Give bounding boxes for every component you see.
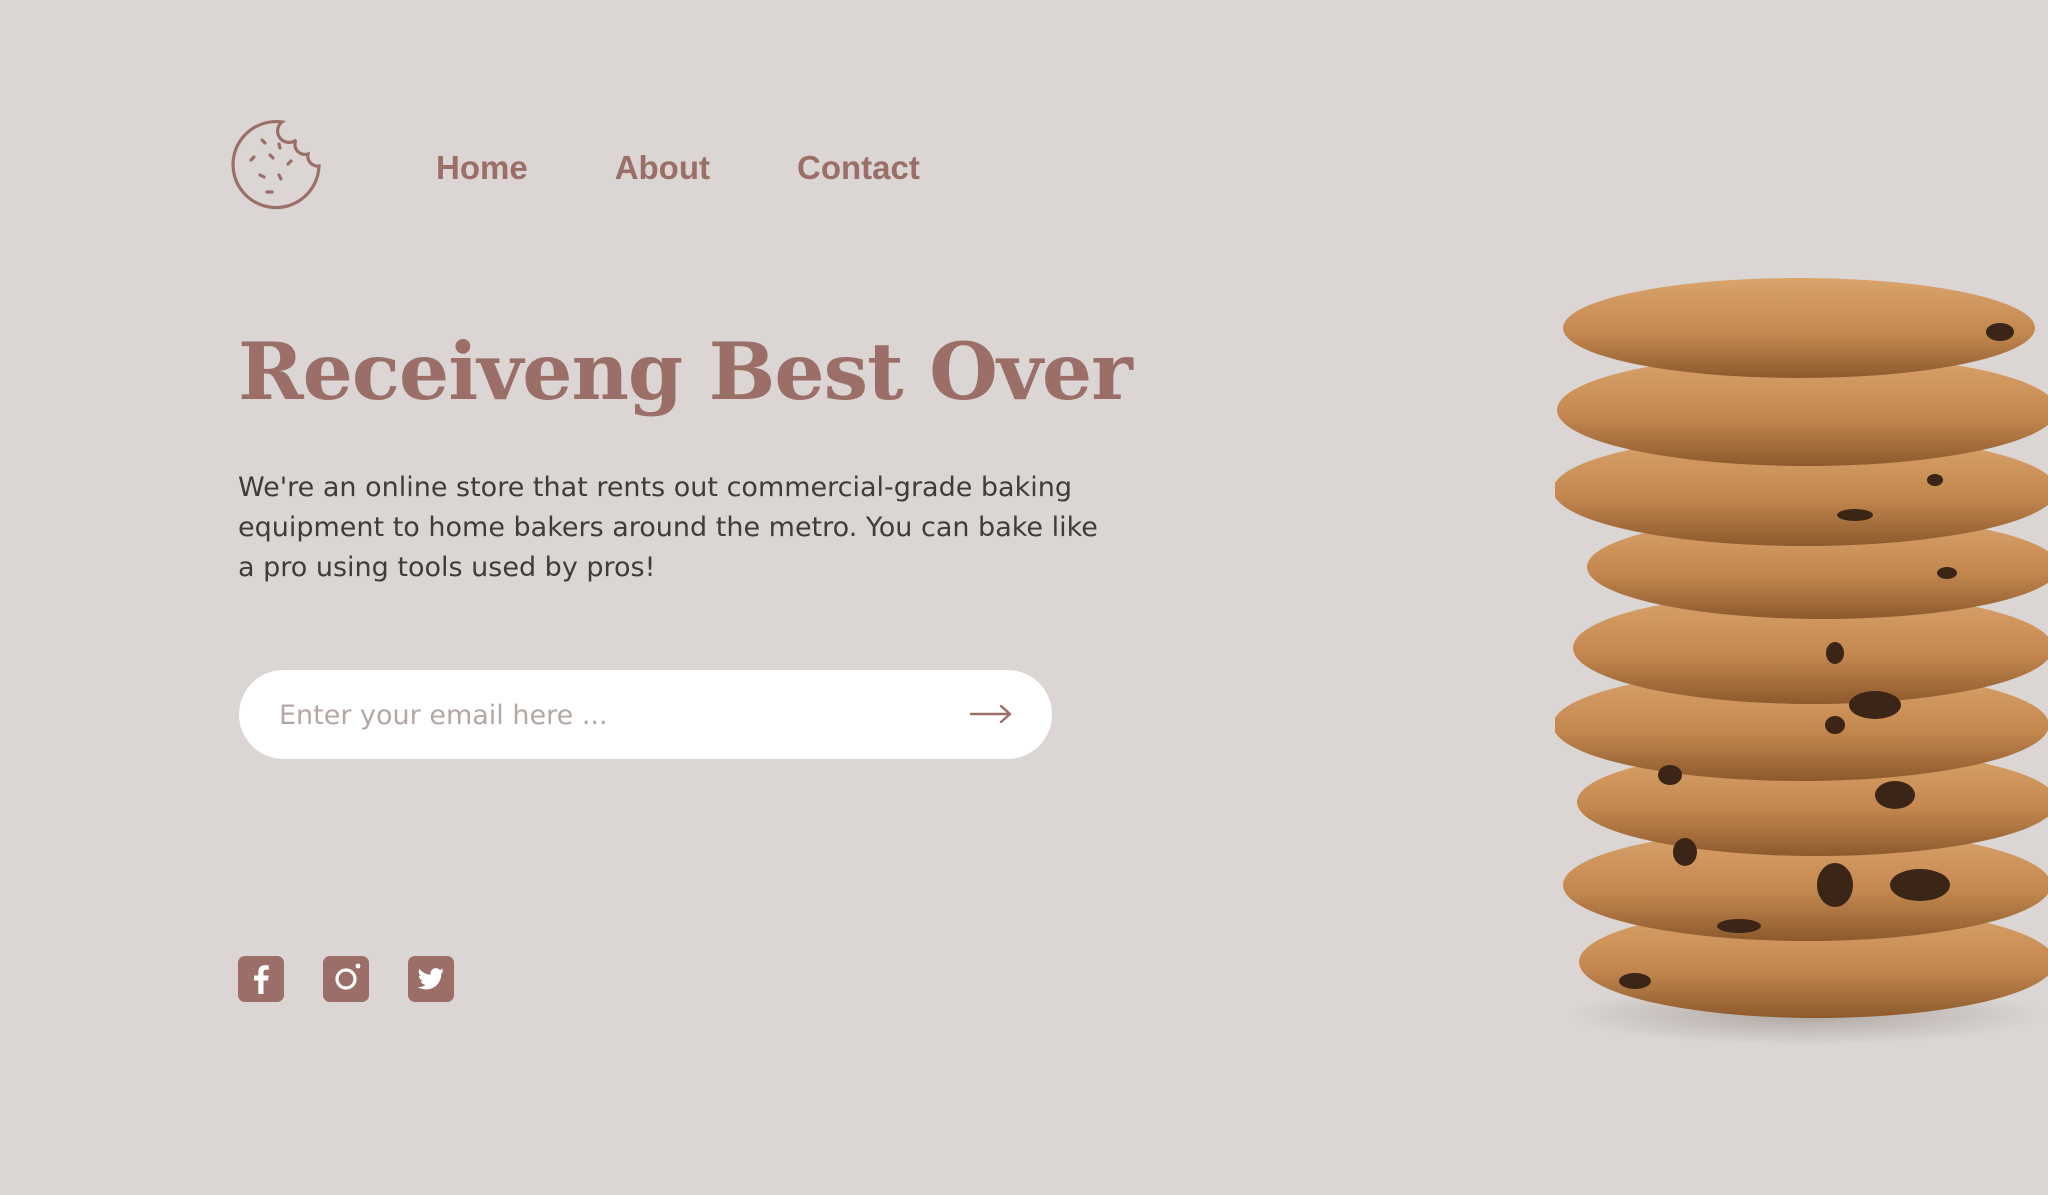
hero-title: Receiveng Best Over (238, 325, 1133, 418)
main-nav: Home About Contact (436, 146, 920, 190)
arrow-right-icon[interactable] (968, 694, 1014, 734)
email-signup-form (239, 670, 1052, 761)
facebook-icon[interactable] (238, 956, 284, 1002)
cookie-stack-image (1553, 270, 2048, 1050)
twitter-icon[interactable] (408, 956, 454, 1002)
cookie-logo-icon[interactable] (230, 118, 324, 212)
nav-home-link[interactable]: Home (436, 146, 528, 190)
instagram-icon[interactable] (323, 956, 369, 1002)
hero-description: We're an online store that rents out com… (238, 472, 1098, 583)
nav-contact-link[interactable]: Contact (797, 146, 920, 190)
social-links (238, 956, 454, 1002)
email-input[interactable] (277, 670, 881, 761)
nav-about-link[interactable]: About (615, 146, 710, 190)
